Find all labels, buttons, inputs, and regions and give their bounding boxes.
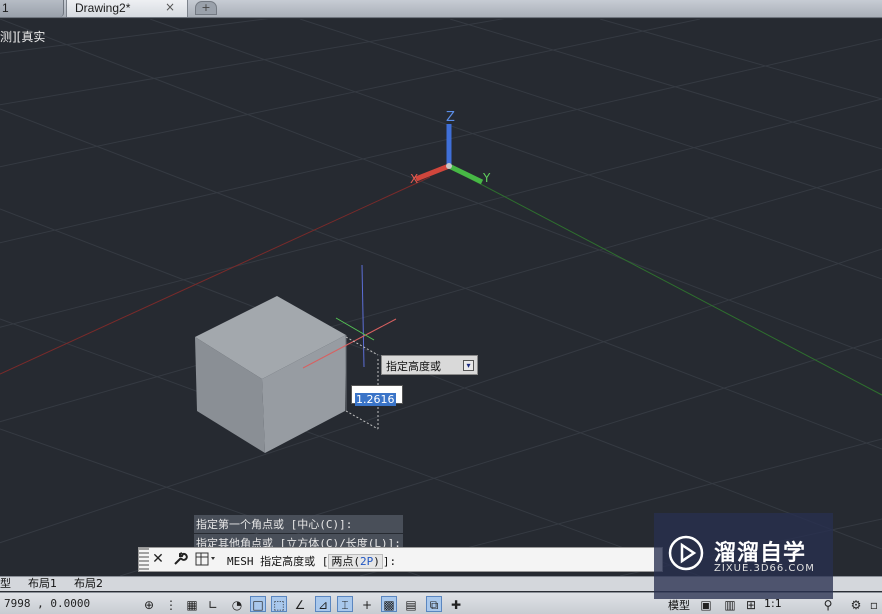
prompt-suffix: ]: xyxy=(382,555,397,568)
ortho-mode-icon[interactable]: ∟ xyxy=(205,596,221,612)
tab-model[interactable]: 型 xyxy=(0,577,11,591)
ucs-icon[interactable]: Z X Y xyxy=(410,110,491,186)
workspace-gear-icon[interactable]: ⚙ xyxy=(848,596,864,612)
object-snap-icon[interactable]: □ xyxy=(250,596,266,612)
option-close: ) xyxy=(373,555,380,568)
model-space-label[interactable]: 模型 xyxy=(668,597,690,613)
customize-wrench-icon[interactable] xyxy=(171,551,189,569)
annotation-monitor-icon[interactable]: ✚ xyxy=(448,596,464,612)
mesh-box[interactable] xyxy=(195,296,347,453)
command-prompt: MESH 指定高度或 [两点(2P)]: xyxy=(227,553,396,569)
tab-drawing2-label: Drawing2* xyxy=(75,1,131,15)
watermark-url: ZIXUE.3D66.COM xyxy=(714,563,815,574)
prompt-prefix: MESH 指定高度或 [ xyxy=(227,555,329,568)
close-tab-icon[interactable]: × xyxy=(165,0,175,14)
tab-drawing1[interactable]: 1 xyxy=(0,0,64,17)
svg-text:Y: Y xyxy=(482,171,491,185)
svg-text:Z: Z xyxy=(446,110,455,125)
height-input[interactable]: 1.2616 xyxy=(351,385,403,406)
options-arrow-icon[interactable]: ▾ xyxy=(463,360,474,371)
object-snap-tracking-icon[interactable]: ∠ xyxy=(292,596,308,612)
recent-commands-icon[interactable] xyxy=(195,551,217,569)
dynamic-input-icon[interactable]: ⌶ xyxy=(337,596,353,612)
selection-cycling-icon[interactable]: ⧉ xyxy=(426,596,442,612)
snap-mode-icon[interactable]: ⋮ xyxy=(163,596,179,612)
tab-drawing1-label: 1 xyxy=(2,1,9,15)
height-input-value: 1.2616 xyxy=(355,393,396,406)
file-tab-strip: 1 Drawing2* × + xyxy=(0,0,882,18)
grid xyxy=(0,19,882,576)
polar-tracking-icon[interactable]: ◔ xyxy=(229,596,245,612)
tab-layout1[interactable]: 布局1 xyxy=(28,577,57,591)
close-icon[interactable]: ✕ xyxy=(149,551,167,569)
tooltip-text: 指定高度或 xyxy=(386,360,441,373)
play-logo-icon xyxy=(668,535,704,571)
watermark: 溜溜自学 ZIXUE.3D66.COM xyxy=(654,513,833,599)
lock-icon[interactable]: ▫ xyxy=(866,596,882,612)
option-key: 2P xyxy=(359,555,374,568)
view-style-label[interactable]: 测][真实 xyxy=(0,28,45,45)
lineweight-icon[interactable]: + xyxy=(359,596,375,612)
command-line[interactable]: ✕ MESH 指定高度或 [两点(2P)]: xyxy=(138,547,663,572)
coordinate-readout[interactable]: 7998 , 0.0000 xyxy=(4,597,90,610)
option-label: 两点( xyxy=(331,555,360,568)
svg-text:X: X xyxy=(410,172,418,186)
viewport-canvas: Z X Y xyxy=(0,19,882,576)
dynamic-ucs-icon[interactable]: ⊿ xyxy=(315,596,331,612)
command-line-grip[interactable] xyxy=(139,548,149,571)
transparency-icon[interactable]: ▩ xyxy=(381,596,397,612)
3d-object-snap-icon[interactable]: ⬚ xyxy=(271,596,287,612)
dimension-guide xyxy=(345,336,379,430)
grid-display-icon[interactable]: ▦ xyxy=(184,596,200,612)
new-tab-button[interactable]: + xyxy=(195,1,217,15)
tab-layout2[interactable]: 布局2 xyxy=(74,577,103,591)
dynamic-prompt-tooltip: 指定高度或 ▾ xyxy=(381,355,478,375)
history-line: 指定第一个角点或 [中心(C)]: xyxy=(194,515,403,533)
drawing-viewport[interactable]: Z X Y 测][真实 指定高度或 ▾ 1.2616 xyxy=(0,19,882,576)
plus-icon: + xyxy=(201,1,211,14)
quick-properties-icon[interactable]: ▤ xyxy=(403,596,419,612)
option-two-points[interactable]: 两点(2P) xyxy=(328,554,383,569)
infer-constraints-icon[interactable]: ⊕ xyxy=(141,596,157,612)
